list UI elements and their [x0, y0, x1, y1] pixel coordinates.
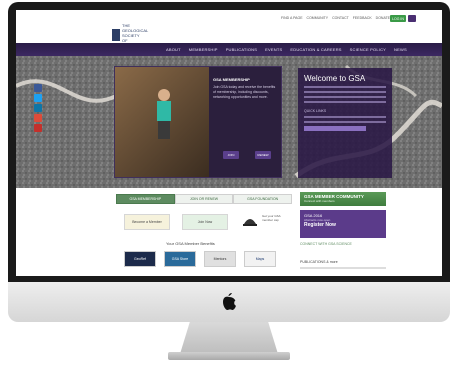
- utility-link[interactable]: CONTACT: [332, 16, 349, 20]
- welcome-title: Welcome to GSA: [304, 74, 366, 83]
- feature-card: GSA MEMBERSHIP Join GSA today and receiv…: [114, 66, 282, 178]
- feature-description: Join GSA today and receive the benefits …: [213, 85, 276, 99]
- monitor-chin: [8, 282, 450, 322]
- tab-membership[interactable]: GSA MEMBERSHIP: [116, 194, 175, 204]
- googleplus-icon[interactable]: [34, 114, 42, 122]
- utility-links: FIND A PAGE COMMUNITY CONTACT FEEDBACK D…: [281, 16, 390, 20]
- cap-text: Get your GSA member cap: [262, 214, 281, 222]
- quick-links-heading: QUICK LINKS: [304, 109, 327, 113]
- text-line: [304, 116, 386, 118]
- membership-tabs: GSA MEMBERSHIP JOIN OR RENEW GSA FOUNDAT…: [116, 194, 293, 204]
- hero-banner: GSA MEMBERSHIP Join GSA today and receiv…: [16, 56, 442, 188]
- sidebar: GSA MEMBER COMMUNITY Connect with member…: [300, 192, 386, 269]
- nav-item[interactable]: NEWS: [394, 47, 407, 52]
- renew-button[interactable]: RENEW: [255, 151, 271, 159]
- imac-frame: THE GEOLOGICAL SOCIETY OF AMERICA FIND A…: [8, 2, 450, 366]
- nav-item[interactable]: EVENTS: [265, 47, 282, 52]
- monitor-stand: [180, 322, 278, 354]
- twitter-icon[interactable]: [34, 94, 42, 102]
- partner-logo[interactable]: GSA Store: [164, 251, 196, 267]
- facebook-icon[interactable]: [34, 84, 42, 92]
- community-banner[interactable]: GSA MEMBER COMMUNITY Connect with member…: [300, 192, 386, 206]
- login-button[interactable]: LOG IN: [390, 15, 406, 22]
- meeting-banner[interactable]: GSA 2016 Abstracts now open Register Now: [300, 210, 386, 238]
- divider: [300, 267, 386, 269]
- welcome-panel: Welcome to GSA QUICK LINKS: [298, 68, 392, 178]
- monitor-foot: [168, 352, 290, 360]
- text-line: [304, 86, 386, 88]
- nav-item[interactable]: PUBLICATIONS: [226, 47, 257, 52]
- nav-item[interactable]: EDUCATION & CAREERS: [290, 47, 341, 52]
- meeting-cta: Register Now: [304, 222, 336, 228]
- tab-join[interactable]: JOIN OR RENEW: [174, 194, 234, 204]
- partner-logo[interactable]: Maps: [244, 251, 276, 267]
- geologist-figure: [157, 89, 171, 139]
- benefits-title: Your GSA Member Benefits: [166, 241, 215, 246]
- feature-title: GSA MEMBERSHIP: [213, 77, 250, 82]
- utility-link[interactable]: FIND A PAGE: [281, 16, 303, 20]
- text-line: [304, 91, 386, 93]
- text-line: [304, 96, 386, 98]
- social-links: [34, 84, 42, 132]
- nav-item[interactable]: ABOUT: [166, 47, 181, 52]
- site-header: THE GEOLOGICAL SOCIETY OF AMERICA FIND A…: [16, 10, 442, 56]
- partner-logo[interactable]: Mentors: [204, 251, 236, 267]
- partner-logo[interactable]: GeoRef: [124, 251, 156, 267]
- search-icon[interactable]: [408, 15, 416, 22]
- partner-logos: GeoRef GSA Store Mentors Maps: [124, 251, 276, 267]
- youtube-icon[interactable]: [34, 124, 42, 132]
- apple-logo-icon: [221, 291, 237, 316]
- main-nav: ABOUT MEMBERSHIP PUBLICATIONS EVENTS EDU…: [16, 43, 442, 56]
- nav-item[interactable]: SCIENCE POLICY: [350, 47, 386, 52]
- community-sub: Connect with members: [304, 199, 335, 203]
- feature-photo: [115, 67, 209, 177]
- sidebar-link[interactable]: CONNECT WITH GSA SCIENCE: [300, 242, 386, 246]
- sidebar-heading: PUBLICATIONS & more: [300, 260, 338, 264]
- utility-link[interactable]: DONATE: [376, 16, 390, 20]
- utility-link[interactable]: COMMUNITY: [307, 16, 329, 20]
- linkedin-icon[interactable]: [34, 104, 42, 112]
- cap-icon: [243, 219, 257, 226]
- website-screen: THE GEOLOGICAL SOCIETY OF AMERICA FIND A…: [16, 10, 442, 276]
- text-line: [304, 121, 386, 123]
- become-member-box[interactable]: Become a Member: [124, 214, 170, 230]
- nav-item[interactable]: MEMBERSHIP: [189, 47, 218, 52]
- content-area: GSA MEMBERSHIP JOIN OR RENEW GSA FOUNDAT…: [16, 188, 442, 276]
- quick-link-button[interactable]: [304, 126, 366, 131]
- join-button[interactable]: JOIN: [223, 151, 239, 159]
- join-now-box[interactable]: Join Now: [182, 214, 228, 230]
- tab-foundation[interactable]: GSA FOUNDATION: [233, 194, 293, 204]
- logo-icon: [112, 29, 120, 41]
- feature-text: GSA MEMBERSHIP Join GSA today and receiv…: [213, 77, 277, 100]
- monitor-bezel: THE GEOLOGICAL SOCIETY OF AMERICA FIND A…: [8, 2, 450, 282]
- utility-link[interactable]: FEEDBACK: [353, 16, 372, 20]
- text-line: [304, 101, 386, 103]
